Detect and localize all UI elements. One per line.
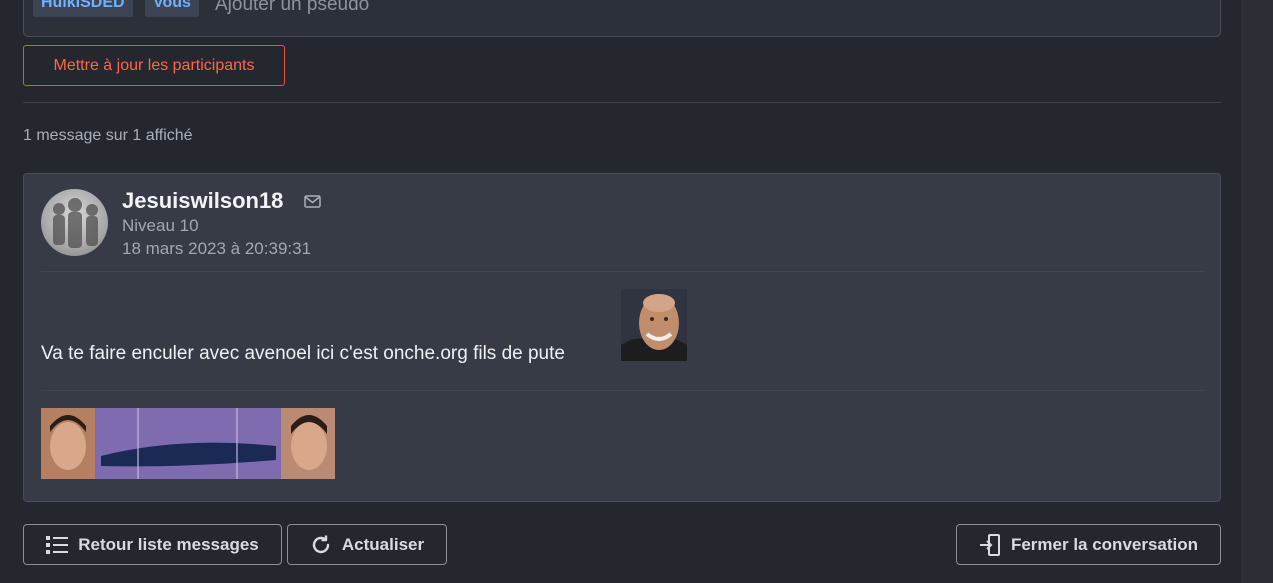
refresh-button-label: Actualiser	[341, 534, 425, 554]
refresh-button[interactable]: Actualiser	[287, 524, 447, 565]
participants-field[interactable]: HulkISDED Vous	[23, 0, 1221, 37]
list-icon	[46, 535, 69, 554]
author-name[interactable]: Jesuiswilson18	[122, 188, 283, 214]
close-button-label: Fermer la conversation	[1010, 534, 1199, 554]
right-sidebar-strip	[1241, 0, 1273, 583]
sticker-image	[621, 289, 687, 361]
avatar-silhouettes-image	[53, 198, 98, 248]
exit-door-icon	[979, 533, 1000, 556]
signature-divider	[41, 390, 1205, 391]
author-level: Niveau 10	[122, 216, 199, 235]
back-button-label: Retour liste messages	[78, 534, 259, 554]
refresh-icon	[312, 535, 330, 553]
message-divider	[41, 271, 1205, 272]
back-to-messages-button[interactable]: Retour liste messages	[23, 524, 282, 565]
add-pseudo-input[interactable]	[213, 0, 717, 20]
divider	[23, 102, 1221, 103]
update-participants-button[interactable]: Mettre à jour les participants	[23, 45, 285, 86]
avatar[interactable]	[41, 189, 108, 256]
participant-chip[interactable]: HulkISDED	[33, 0, 133, 17]
close-conversation-button[interactable]: Fermer la conversation	[956, 524, 1221, 565]
mail-icon[interactable]	[304, 195, 321, 208]
signature-banner-image	[41, 408, 335, 479]
participant-chip[interactable]: Vous	[145, 0, 199, 17]
message-body: Va te faire enculer avec avenoel ici c'e…	[41, 343, 565, 364]
message-count: 1 message sur 1 affiché	[23, 127, 193, 144]
message-date: 18 mars 2023 à 20:39:31	[122, 239, 312, 258]
message-card: Jesuiswilson18 Niveau 10 18 mars 2023 à …	[23, 173, 1221, 502]
